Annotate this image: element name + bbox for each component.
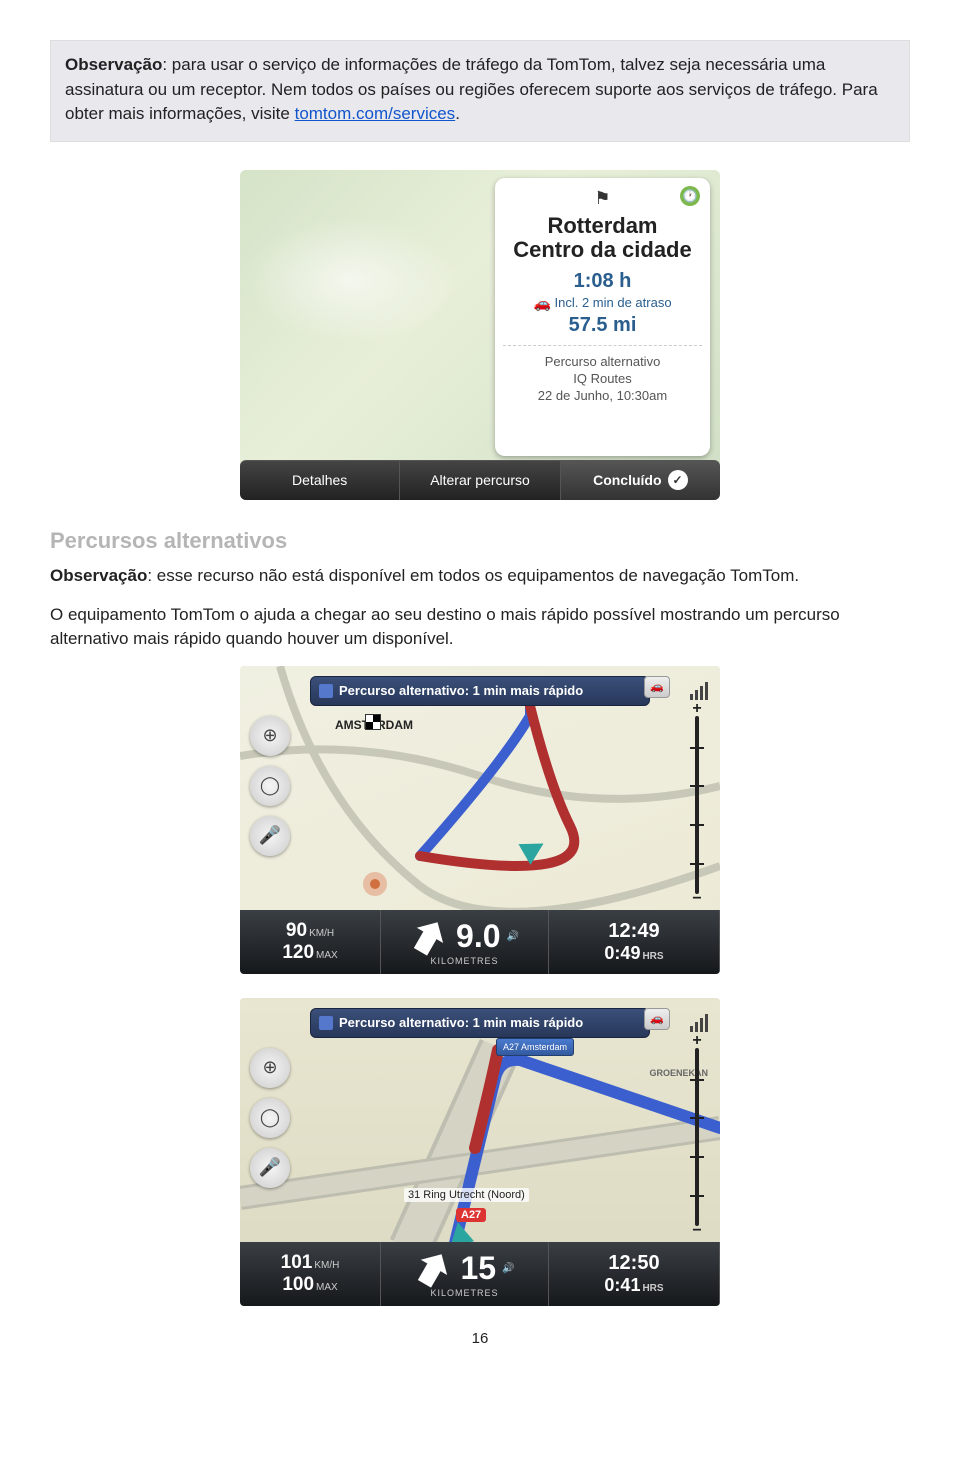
direction-arrow-icon: [410, 918, 448, 956]
alt-line-3: 22 de Junho, 10:30am: [503, 388, 702, 405]
signal-strength-icon: [690, 676, 712, 700]
remaining-time: 0:49: [604, 943, 640, 964]
distance-segment[interactable]: 15 🔊 KILOMETRES: [381, 1242, 549, 1306]
distance-value: 9.0: [456, 918, 500, 955]
destination-name-1: Rotterdam: [503, 214, 702, 238]
clock-time: 12:49: [608, 920, 659, 943]
zoom-scale[interactable]: + −: [686, 708, 708, 902]
speed-segment[interactable]: 101KM/H 100MAX: [240, 1242, 381, 1306]
banner-text: Percurso alternativo: 1 min mais rápido: [339, 1015, 583, 1030]
destination-flag-icon: ⚑: [593, 188, 613, 208]
max-speed: 100: [282, 1274, 314, 1295]
note-label: Observação: [65, 55, 162, 74]
zoom-track: [695, 1048, 699, 1226]
zoom-minus-icon[interactable]: −: [689, 892, 705, 908]
alt-line-2: IQ Routes: [503, 371, 702, 388]
traffic-toggle-button[interactable]: 🚗: [644, 676, 670, 698]
section-paragraph: O equipamento TomTom o ajuda a chegar ao…: [50, 603, 910, 652]
nav-figure-3d: A27 Amsterdam GROENEKAN 31 Ring Utrecht …: [240, 998, 720, 1306]
max-speed: 120: [282, 942, 314, 963]
divider: [503, 345, 702, 346]
route-summary-figure: ⚑ 🕐 Rotterdam Centro da cidade 1:08 h 🚗 …: [240, 170, 720, 500]
nav-figure-overview: AMSTERDAM Percurso alternativo: 1 min ma…: [240, 666, 720, 974]
top-right-buttons: 🚗: [644, 676, 672, 700]
distance-label: KILOMETRES: [430, 956, 498, 966]
sound-icon: 🔊: [507, 931, 519, 942]
zoom-track: [695, 716, 699, 894]
sound-icon: 🔊: [502, 1263, 514, 1274]
done-label: Concluído: [593, 472, 661, 488]
voice-button[interactable]: 🎤: [250, 816, 290, 856]
page-number: 16: [50, 1330, 910, 1347]
exit-sign: A27 Amsterdam: [496, 1038, 574, 1056]
hrs-label: HRS: [642, 1283, 663, 1294]
max-label: MAX: [316, 950, 338, 961]
traffic-car-icon: 🚗: [533, 295, 550, 312]
panel-buttons: Detalhes Alterar percurso Concluído ✓: [240, 460, 720, 500]
side-buttons: ⊕ ◯ 🎤: [250, 716, 290, 866]
side-buttons: ⊕ ◯ 🎤: [250, 1048, 290, 1198]
done-button[interactable]: Concluído ✓: [560, 460, 720, 500]
observation-box: Observação: para usar o serviço de infor…: [50, 40, 910, 142]
road-label: 31 Ring Utrecht (Noord): [404, 1188, 529, 1202]
distance-value: 15: [460, 1250, 496, 1287]
hrs-label: HRS: [642, 951, 663, 962]
zoom-scale[interactable]: + −: [686, 1040, 708, 1234]
delay-text: Incl. 2 min de atraso: [555, 295, 672, 310]
note-text-1: : para usar o serviço de informações de …: [65, 55, 878, 123]
banner-square-icon: [319, 1016, 333, 1030]
destination-marker-icon: [365, 714, 381, 730]
distance: 57.5 mi: [503, 314, 702, 337]
section-note-text: : esse recurso não está disponível em to…: [147, 566, 799, 585]
checkmark-icon: ✓: [668, 470, 688, 490]
signal-strength-icon: [690, 1008, 712, 1032]
note-text-2: .: [455, 104, 460, 123]
tomtom-services-link[interactable]: tomtom.com/services: [295, 104, 456, 123]
banner-square-icon: [319, 684, 333, 698]
exit-sign-text: A27 Amsterdam: [503, 1042, 567, 1052]
speed-unit: KM/H: [314, 1260, 339, 1271]
banner-text: Percurso alternativo: 1 min mais rápido: [339, 683, 583, 698]
zoom-add-button[interactable]: ⊕: [250, 716, 290, 756]
change-route-button[interactable]: Alterar percurso: [399, 460, 559, 500]
speed-unit: KM/H: [309, 928, 334, 939]
section-heading: Percursos alternativos: [50, 528, 910, 554]
route-panel: ⚑ 🕐 Rotterdam Centro da cidade 1:08 h 🚗 …: [495, 178, 710, 456]
clock-icon: 🕐: [680, 186, 700, 206]
zoom-add-button[interactable]: ⊕: [250, 1048, 290, 1088]
clock-time: 12:50: [608, 1252, 659, 1275]
max-label: MAX: [316, 1282, 338, 1293]
alt-route-banner[interactable]: Percurso alternativo: 1 min mais rápido: [310, 676, 650, 706]
destination-name-2: Centro da cidade: [503, 238, 702, 262]
traffic-toggle-button[interactable]: 🚗: [644, 1008, 670, 1030]
top-right-buttons: 🚗: [644, 1008, 672, 1032]
travel-time: 1:08 h: [503, 270, 702, 293]
details-button[interactable]: Detalhes: [240, 460, 399, 500]
current-speed: 90: [286, 920, 307, 941]
alt-line-1: Percurso alternativo: [503, 354, 702, 371]
current-speed: 101: [281, 1252, 313, 1273]
distance-label: KILOMETRES: [430, 1288, 498, 1298]
alt-route-info: Percurso alternativo IQ Routes 22 de Jun…: [503, 354, 702, 405]
remaining-time: 0:41: [604, 1275, 640, 1296]
road-shield: A27: [456, 1208, 486, 1222]
time-segment[interactable]: 12:50 0:41HRS: [549, 1242, 720, 1306]
voice-button[interactable]: 🎤: [250, 1148, 290, 1188]
delay-row: 🚗 Incl. 2 min de atraso: [503, 295, 702, 312]
status-bar: 101KM/H 100MAX 15 🔊 KILOMETRES 12:50 0:4…: [240, 1242, 720, 1306]
speed-segment[interactable]: 90KM/H 120MAX: [240, 910, 381, 974]
distance-segment[interactable]: 9.0 🔊 KILOMETRES: [381, 910, 549, 974]
alt-route-banner[interactable]: Percurso alternativo: 1 min mais rápido: [310, 1008, 650, 1038]
section-note-label: Observação: [50, 566, 147, 585]
section-note: Observação: esse recurso não está dispon…: [50, 564, 910, 589]
direction-arrow-icon: [414, 1250, 452, 1288]
recenter-button[interactable]: ◯: [250, 766, 290, 806]
zoom-minus-icon[interactable]: −: [689, 1224, 705, 1240]
status-bar: 90KM/H 120MAX 9.0 🔊 KILOMETRES 12:49 0:4…: [240, 910, 720, 974]
time-segment[interactable]: 12:49 0:49HRS: [549, 910, 720, 974]
recenter-button[interactable]: ◯: [250, 1098, 290, 1138]
